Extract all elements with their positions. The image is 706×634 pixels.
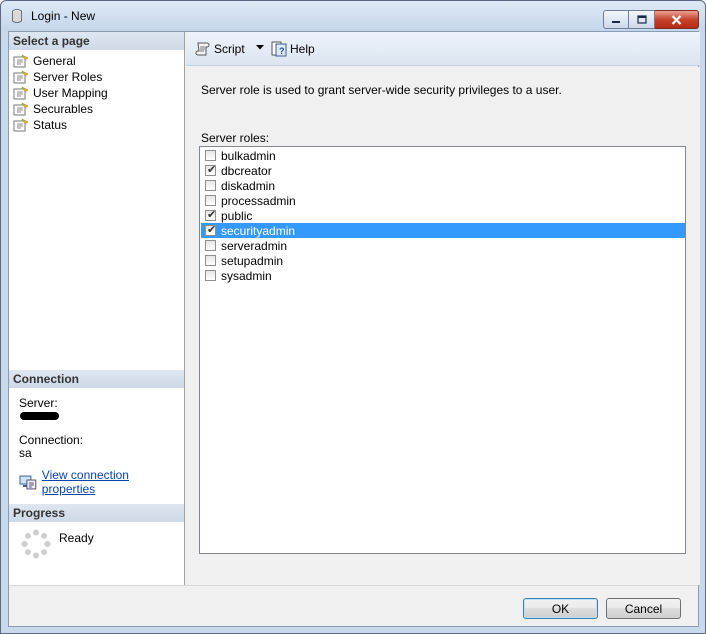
maximize-button[interactable] (629, 10, 655, 29)
ok-button[interactable]: OK (523, 598, 598, 619)
script-dropdown-button[interactable] (256, 45, 264, 50)
checkmark-icon: ✔ (207, 209, 217, 221)
page-icon (13, 118, 29, 132)
role-checkbox[interactable] (205, 195, 216, 206)
help-button[interactable]: ? Help (271, 41, 315, 57)
progress-status: Ready (59, 531, 94, 545)
role-name: securityadmin (221, 223, 296, 238)
role-name: public (221, 208, 253, 223)
page-item-user-mapping[interactable]: User Mapping (13, 85, 181, 101)
maximize-icon (636, 15, 647, 24)
help-icon: ? (271, 41, 287, 57)
checkmark-icon: ✔ (207, 224, 217, 236)
svg-text:?: ? (279, 46, 285, 56)
page-icon (13, 54, 29, 68)
role-name: setupadmin (221, 253, 284, 268)
role-name: bulkadmin (221, 148, 276, 163)
role-row-setupadmin[interactable]: setupadmin (201, 253, 685, 268)
cancel-label: Cancel (624, 601, 663, 616)
role-checkbox[interactable]: ✔ (205, 224, 217, 236)
role-row-diskadmin[interactable]: diskadmin (201, 178, 685, 193)
window-title: Login - New (31, 9, 96, 23)
page-item-server-roles[interactable]: Server Roles (13, 69, 181, 85)
role-checkbox[interactable] (205, 240, 216, 251)
connection-label: Connection: (19, 433, 84, 447)
server-roles-list[interactable]: bulkadmin ✔ dbcreator diskadmin processa… (199, 146, 686, 554)
role-row-sysadmin[interactable]: sysadmin (201, 268, 685, 283)
role-row-serveradmin[interactable]: serveradmin (201, 238, 685, 253)
role-checkbox[interactable] (205, 180, 216, 191)
chevron-down-icon (256, 45, 264, 50)
script-label: Script (214, 42, 245, 56)
checkmark-icon: ✔ (207, 164, 217, 176)
role-name: processadmin (221, 193, 296, 208)
database-icon (12, 9, 22, 23)
page-icon (13, 70, 29, 84)
server-roles-page: Server role is used to grant server-wide… (186, 67, 700, 585)
dialog-client-area: Select a page General Server Roles User … (8, 31, 700, 627)
role-checkbox[interactable] (205, 150, 216, 161)
page-item-label: Status (33, 118, 68, 132)
redacted-server-name (20, 412, 59, 420)
minimize-icon (612, 20, 620, 23)
page-icon (13, 102, 29, 116)
page-item-status[interactable]: Status (13, 117, 181, 133)
title-bar[interactable]: Login - New (1, 1, 705, 31)
progress-header: Progress (9, 504, 184, 522)
role-checkbox[interactable] (205, 270, 216, 281)
page-list: General Server Roles User Mapping Secura… (13, 53, 181, 133)
script-button[interactable]: Script (195, 41, 245, 57)
role-row-bulkadmin[interactable]: bulkadmin (201, 148, 685, 163)
select-page-header: Select a page (9, 32, 184, 50)
connection-header: Connection (9, 370, 184, 388)
view-connection-properties-link[interactable]: View connection properties (42, 468, 184, 496)
page-item-general[interactable]: General (13, 53, 181, 69)
connection-value: sa (19, 446, 32, 460)
connection-properties-icon (19, 475, 37, 490)
page-description: Server role is used to grant server-wide… (201, 83, 562, 97)
role-checkbox[interactable] (205, 255, 216, 266)
minimize-button[interactable] (603, 10, 629, 29)
progress-spinner-icon (21, 529, 51, 559)
role-checkbox[interactable]: ✔ (205, 209, 217, 221)
toolbar: Script ? Help (186, 32, 700, 66)
ok-label: OK (551, 601, 570, 616)
server-roles-label: Server roles: (201, 131, 270, 145)
role-row-securityadmin[interactable]: ✔ securityadmin (201, 223, 685, 238)
role-row-processadmin[interactable]: processadmin (201, 193, 685, 208)
window-controls (603, 10, 699, 29)
script-icon (195, 42, 210, 56)
role-name: sysadmin (221, 268, 272, 283)
close-icon (671, 14, 682, 25)
page-item-label: User Mapping (33, 86, 108, 100)
page-item-label: Securables (33, 102, 94, 116)
role-checkbox[interactable]: ✔ (205, 164, 217, 176)
role-name: diskadmin (221, 178, 276, 193)
page-item-securables[interactable]: Securables (13, 101, 181, 117)
dialog-button-bar: OK Cancel (9, 585, 698, 626)
page-icon (13, 86, 29, 100)
help-label: Help (290, 42, 315, 56)
page-item-label: Server Roles (33, 70, 103, 84)
server-label: Server: (19, 396, 58, 410)
login-new-window: Login - New Select a page General Server… (0, 0, 706, 634)
role-row-public[interactable]: ✔ public (201, 208, 685, 223)
view-connection-properties[interactable]: View connection properties (19, 468, 184, 496)
page-item-label: General (33, 54, 76, 68)
cancel-button[interactable]: Cancel (606, 598, 681, 619)
close-button[interactable] (655, 10, 699, 29)
role-row-dbcreator[interactable]: ✔ dbcreator (201, 163, 685, 178)
left-pane: Select a page General Server Roles User … (9, 32, 185, 585)
role-name: serveradmin (221, 238, 288, 253)
role-name: dbcreator (221, 163, 272, 178)
